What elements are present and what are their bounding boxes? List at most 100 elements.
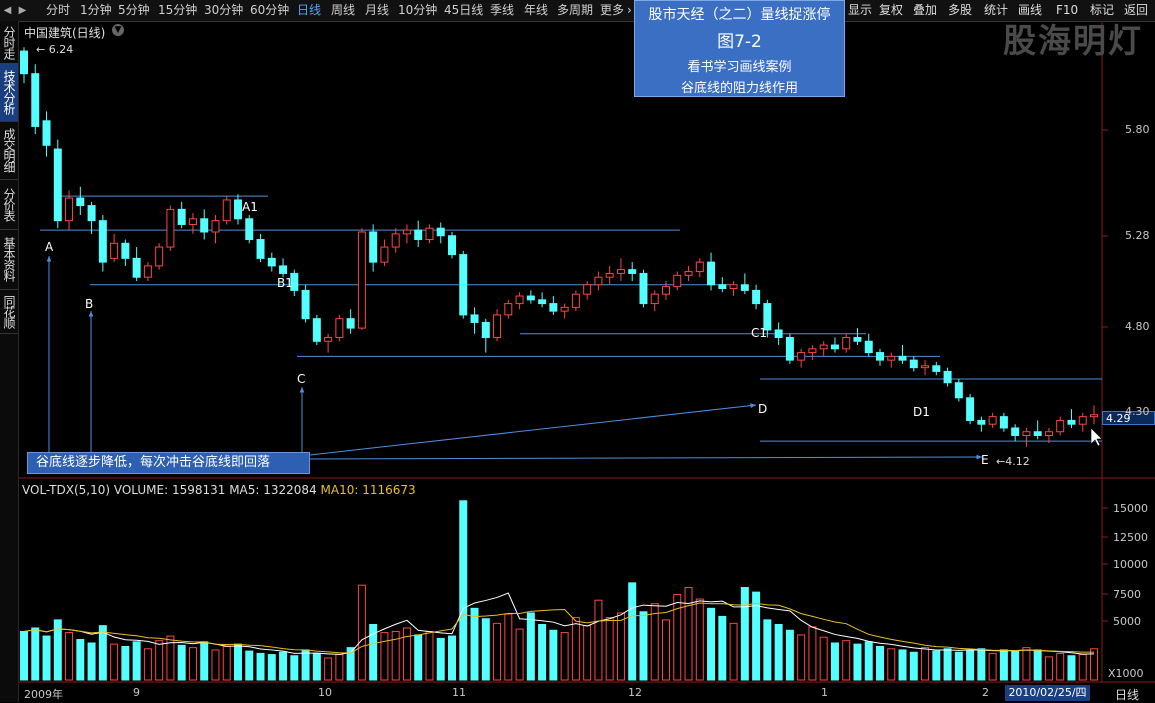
volume-bar-18 — [222, 645, 231, 681]
volume-bar-38 — [448, 635, 456, 681]
volume-bar-69 — [797, 634, 806, 681]
candle-body-80 — [921, 365, 930, 369]
volume-bar-75 — [864, 641, 873, 681]
info-box: 股市天经（之二）量线捉涨停 图7-2 看书学习画线案例 谷底线的阻力线作用 — [634, 0, 845, 97]
point-label-2: B — [85, 297, 94, 311]
point-label-8: E — [981, 453, 989, 467]
volume-bar-92 — [1056, 652, 1065, 681]
price-tick-1: 5.28 — [1125, 229, 1150, 242]
candle-body-85 — [977, 419, 986, 425]
volume-tick-2: 10000 — [1113, 558, 1148, 571]
volume-bar-81 — [932, 650, 941, 681]
candle-body-11 — [143, 265, 152, 278]
candle-body-19 — [234, 199, 242, 220]
volume-bar-48 — [560, 632, 569, 681]
candle-body-35 — [414, 229, 423, 241]
volume-tick-3: 7500 — [1113, 588, 1141, 601]
volume-bar-20 — [245, 650, 254, 681]
volume-bar-79 — [909, 651, 918, 681]
candle-body-81 — [932, 365, 941, 372]
volume-bar-51 — [594, 599, 603, 681]
candle-body-61 — [707, 261, 716, 286]
volume-bar-24 — [290, 655, 299, 681]
candle-body-68 — [785, 337, 794, 361]
current-date-box: 2010/02/25/四 — [1005, 685, 1090, 701]
candle-body-30 — [357, 231, 366, 329]
candle-body-83 — [954, 382, 963, 399]
date-tick-5: 1 — [821, 686, 828, 699]
candle-body-75 — [864, 340, 873, 354]
candle-body-40 — [470, 314, 479, 323]
candle-body-69 — [797, 352, 806, 361]
candle-body-55 — [639, 272, 648, 305]
candle-body-49 — [571, 293, 580, 308]
candle-body-41 — [481, 321, 490, 339]
candle-body-2 — [42, 120, 51, 146]
kline-chart — [19, 22, 1155, 683]
volume-bar-35 — [414, 634, 423, 681]
candle-body-50 — [583, 284, 592, 295]
volume-bar-26 — [312, 652, 321, 681]
candle-body-70 — [808, 348, 817, 354]
volume-bar-67 — [774, 624, 783, 681]
volume-bar-72 — [830, 642, 839, 681]
info-line2: 图7-2 — [717, 32, 762, 52]
candle-body-25 — [301, 289, 310, 320]
volume-bar-60 — [695, 598, 704, 681]
candle-body-63 — [729, 284, 738, 290]
volume-bar-14 — [177, 644, 186, 681]
date-tick-2: 10 — [318, 686, 332, 699]
volume-bar-9 — [121, 645, 130, 681]
volume-bar-52 — [605, 617, 614, 681]
volume-ma10-text: MA10: 1116673 — [320, 483, 416, 497]
info-line3: 看书学习画线案例 — [687, 60, 792, 75]
volume-bar-17 — [211, 649, 220, 681]
candle-body-20 — [245, 218, 254, 241]
volume-header-text: VOL-TDX(5,10) VOLUME: 1598131 MA5: 13220… — [22, 483, 321, 497]
candle-body-94 — [1078, 416, 1087, 425]
watermark: 股海明灯 — [1003, 21, 1143, 60]
volume-bar-45 — [526, 612, 535, 681]
candle-body-9 — [121, 242, 130, 259]
volume-bar-93 — [1067, 655, 1076, 681]
low-price-label: ←4.12 — [996, 455, 1030, 468]
candle-body-8 — [110, 242, 119, 259]
candle-body-4 — [65, 197, 74, 222]
volume-bar-50 — [583, 625, 592, 681]
candle-body-42 — [493, 314, 502, 339]
volume-bar-68 — [785, 629, 794, 681]
volume-bar-36 — [425, 630, 434, 681]
candle-body-95 — [1090, 414, 1098, 418]
volume-bar-12 — [155, 640, 164, 681]
volume-bar-37 — [436, 637, 445, 681]
volume-bar-80 — [921, 647, 930, 681]
bottom-period-label[interactable]: 日线 — [1115, 686, 1139, 703]
candle-body-10 — [132, 257, 141, 278]
date-tick-3: 11 — [452, 686, 466, 699]
volume-bar-66 — [763, 619, 772, 681]
candle-body-93 — [1067, 419, 1076, 425]
candle-body-17 — [211, 220, 220, 233]
point-label-4: C — [297, 372, 306, 386]
price-tick-2: 4.80 — [1125, 320, 1150, 333]
high-price-value: 6.24 — [48, 43, 74, 56]
candle-body-38 — [448, 235, 456, 256]
volume-bar-5 — [76, 639, 85, 681]
volume-bar-56 — [650, 603, 659, 681]
candle-body-45 — [526, 295, 535, 301]
candle-body-57 — [662, 286, 670, 295]
volume-bar-16 — [200, 641, 209, 681]
candle-body-71 — [819, 344, 828, 350]
volume-bar-87 — [999, 649, 1008, 681]
volume-bar-7 — [98, 625, 107, 681]
candle-body-51 — [594, 276, 603, 286]
annotation-box: 谷底线逐步降低，每次冲击谷底线即回落 — [27, 452, 310, 474]
volume-bar-32 — [380, 632, 389, 681]
volume-tick-1: 12500 — [1113, 531, 1148, 544]
candle-body-6 — [87, 205, 96, 222]
volume-bar-84 — [966, 649, 975, 681]
candle-body-92 — [1056, 419, 1065, 433]
candle-body-59 — [684, 271, 693, 276]
volume-bar-25 — [301, 649, 310, 681]
volume-bar-74 — [853, 643, 862, 681]
